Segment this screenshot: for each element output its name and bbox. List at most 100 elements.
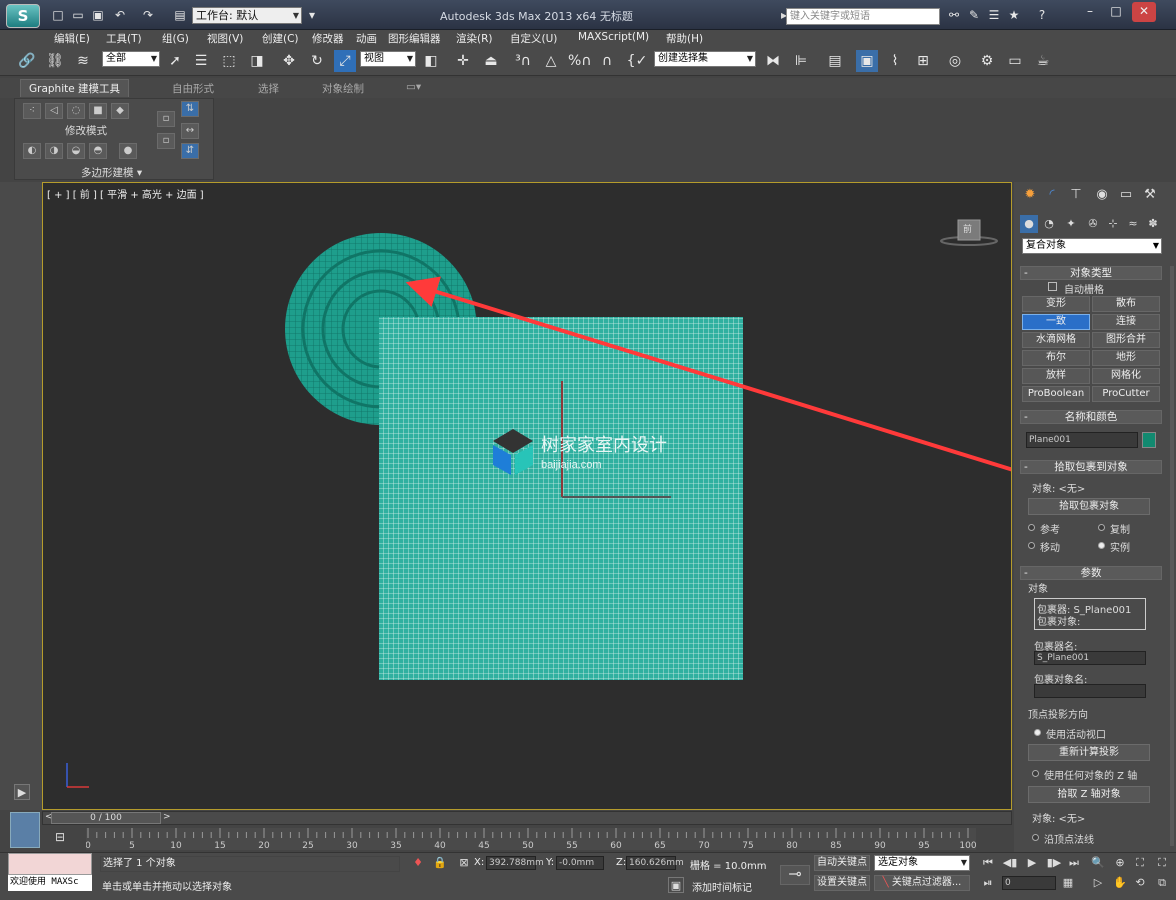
- time-slider[interactable]: < 0 / 100 >: [42, 811, 1012, 825]
- track-bar-toggle-icon[interactable]: ⊟: [50, 830, 70, 848]
- morph-button[interactable]: 变形: [1022, 296, 1090, 312]
- polygon-mode-icon[interactable]: ■: [89, 103, 107, 119]
- expand-viewport-icon[interactable]: ▶: [14, 784, 30, 800]
- add-time-tag-label[interactable]: 添加时间标记: [692, 879, 752, 894]
- project-folder-icon[interactable]: ▤: [172, 8, 188, 22]
- y-coordinate-field[interactable]: -0.0mm: [556, 856, 604, 870]
- named-selection-dropdown[interactable]: 创建选择集 ▼: [654, 51, 756, 67]
- key-filters-button[interactable]: ╲ 关键点过滤器...: [874, 875, 970, 891]
- rollout-pick-wrap[interactable]: - 拾取包裹到对象: [1020, 460, 1162, 474]
- object-color-swatch[interactable]: [1142, 432, 1156, 448]
- ribbon-side-1-icon[interactable]: ▫: [157, 111, 175, 127]
- radio-use-any-z-axis[interactable]: [1032, 770, 1039, 777]
- x-coordinate-field[interactable]: 392.788mm: [486, 856, 544, 870]
- radio-instance[interactable]: [1098, 542, 1105, 549]
- unlink-icon[interactable]: ⛓: [44, 50, 66, 72]
- geometry-icon[interactable]: ●: [1020, 215, 1038, 233]
- set-key-icon[interactable]: ⊸: [780, 865, 810, 885]
- z-coordinate-field[interactable]: 160.626mm: [626, 856, 684, 870]
- motion-tab-icon[interactable]: ◉: [1092, 186, 1112, 204]
- scale-icon[interactable]: ⤢: [334, 50, 356, 72]
- border-mode-icon[interactable]: ◌: [67, 103, 85, 119]
- time-configuration-icon[interactable]: ▦: [1060, 875, 1076, 891]
- play-icon[interactable]: ▶: [1024, 855, 1040, 871]
- new-file-icon[interactable]: □: [50, 8, 66, 22]
- poly-tool-5-icon[interactable]: ●: [119, 143, 137, 159]
- time-slider-thumb[interactable]: 0 / 100: [51, 812, 161, 824]
- align-icon[interactable]: ⊫: [790, 50, 812, 72]
- pivot-center-icon[interactable]: ◧: [420, 50, 442, 72]
- conform-button[interactable]: 一致: [1022, 314, 1090, 330]
- favorites-icon[interactable]: ★: [1006, 8, 1022, 24]
- help-icon[interactable]: ?: [1034, 8, 1050, 24]
- rollout-name-color[interactable]: - 名称和颜色: [1020, 410, 1162, 424]
- menu-tools[interactable]: 工具(T): [106, 31, 142, 46]
- pick-z-axis-object-button[interactable]: 拾取 Z 轴对象: [1028, 786, 1150, 803]
- save-icon[interactable]: ▣: [90, 8, 106, 22]
- menu-views[interactable]: 视图(V): [207, 31, 243, 46]
- vertex-mode-icon[interactable]: ⁖: [23, 103, 41, 119]
- select-manipulate-icon[interactable]: ✛: [452, 50, 474, 72]
- bind-space-warp-icon[interactable]: ≋: [72, 50, 94, 72]
- poly-tool-2-icon[interactable]: ◑: [45, 143, 63, 159]
- maximize-button[interactable]: □: [1104, 2, 1128, 22]
- ribbon-side-5-icon[interactable]: ⇵: [181, 143, 199, 159]
- isolate-selection-icon[interactable]: ♦: [410, 855, 426, 871]
- object-list-box[interactable]: 包裹器: S_Plane001 包裹对象:: [1034, 598, 1146, 630]
- select-by-name-icon[interactable]: ☰: [190, 50, 212, 72]
- spinner-snap-icon[interactable]: ∩: [596, 50, 618, 72]
- recalculate-projection-button[interactable]: 重新计算投影: [1028, 744, 1150, 761]
- layer-manager-icon[interactable]: ▤: [824, 50, 846, 72]
- edge-mode-icon[interactable]: ◁: [45, 103, 63, 119]
- radio-use-active-viewport[interactable]: [1034, 729, 1041, 736]
- radio-copy[interactable]: [1098, 524, 1105, 531]
- rendered-frame-icon[interactable]: ▭: [1004, 50, 1026, 72]
- render-setup-icon[interactable]: ⚙: [976, 50, 998, 72]
- go-to-end-icon[interactable]: ⏭: [1066, 855, 1082, 871]
- open-file-icon[interactable]: ▭: [70, 8, 86, 22]
- shapemerge-button[interactable]: 图形合并: [1092, 332, 1160, 348]
- front-viewport[interactable]: [ + ] [ 前 ] [ 平滑 + 高光 + 边面 ] 树家家室内设计 bai…: [42, 182, 1012, 810]
- display-tab-icon[interactable]: ▭: [1116, 186, 1136, 204]
- workspace-dropdown[interactable]: 工作台: 默认 ▼: [192, 7, 302, 24]
- current-frame-field[interactable]: 0: [1002, 876, 1056, 890]
- ribbon-side-2-icon[interactable]: ⇅: [181, 101, 199, 117]
- render-production-icon[interactable]: ☕: [1032, 50, 1054, 72]
- menu-group[interactable]: 组(G): [162, 31, 189, 46]
- auto-grid-checkbox[interactable]: [1048, 282, 1057, 291]
- tab-freeform[interactable]: 自由形式: [172, 81, 214, 96]
- schematic-view-icon[interactable]: ⊞: [912, 50, 934, 72]
- menu-customize[interactable]: 自定义(U): [510, 31, 557, 46]
- search-input[interactable]: 键入关键字或短语: [786, 8, 940, 25]
- poly-tool-3-icon[interactable]: ◒: [67, 143, 85, 159]
- rotate-icon[interactable]: ↻: [306, 50, 328, 72]
- maximize-viewport-icon[interactable]: ⧉: [1154, 875, 1170, 891]
- undo-icon[interactable]: ↶: [112, 8, 128, 22]
- create-tab-icon[interactable]: ✹: [1020, 186, 1040, 204]
- radio-move[interactable]: [1028, 542, 1035, 549]
- hierarchy-tab-icon[interactable]: ⊤: [1066, 186, 1086, 204]
- rectangular-selection-icon[interactable]: ⬚: [218, 50, 240, 72]
- snaps-toggle-icon[interactable]: ³∩: [512, 50, 534, 72]
- zoom-icon[interactable]: 🔍: [1090, 855, 1106, 871]
- maxscript-listener-line[interactable]: 欢迎使用 MAXSc: [8, 875, 92, 891]
- category-dropdown[interactable]: 复合对象 ▼: [1022, 238, 1162, 254]
- poly-tool-4-icon[interactable]: ◓: [89, 143, 107, 159]
- window-crossing-icon[interactable]: ◨: [246, 50, 268, 72]
- lights-icon[interactable]: ✦: [1062, 215, 1080, 233]
- systems-icon[interactable]: ✽: [1144, 215, 1162, 233]
- mirror-icon[interactable]: ⧓: [762, 50, 784, 72]
- proboolean-button[interactable]: ProBoolean: [1022, 386, 1090, 402]
- helpers-icon[interactable]: ⊹: [1104, 215, 1122, 233]
- edit-named-selection-icon[interactable]: {✓: [626, 50, 648, 72]
- tab-object-paint[interactable]: 对象绘制: [322, 81, 364, 96]
- loft-button[interactable]: 放样: [1022, 368, 1090, 384]
- ribbon-side-4-icon[interactable]: ↔: [181, 123, 199, 139]
- selection-filter-dropdown[interactable]: 全部 ▼: [102, 51, 160, 67]
- radio-reference[interactable]: [1028, 524, 1035, 531]
- graphite-toggle-icon[interactable]: ▣: [856, 50, 878, 72]
- keyboard-shortcut-override-icon[interactable]: ⏏: [480, 50, 502, 72]
- zoom-extents-icon[interactable]: ⛶: [1132, 855, 1148, 871]
- modify-tab-icon[interactable]: ◜: [1042, 186, 1062, 204]
- menu-maxscript[interactable]: MAXScript(M): [578, 31, 649, 43]
